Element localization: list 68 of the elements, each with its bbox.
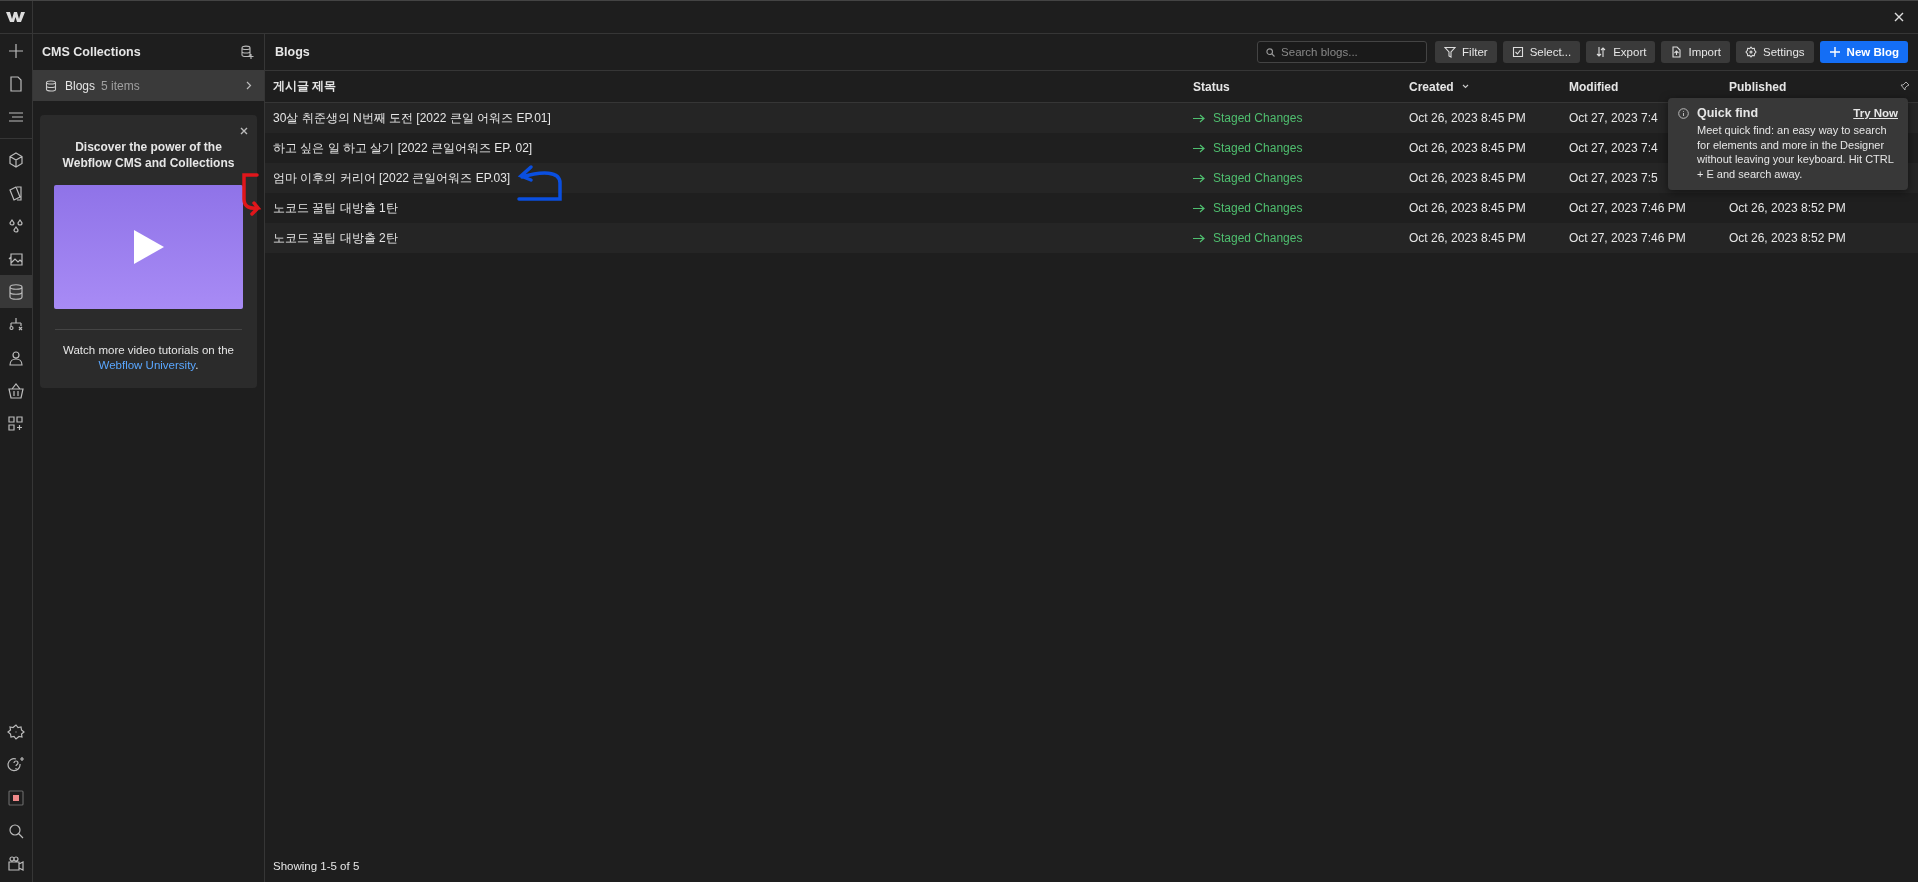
video-thumbnail[interactable] [54, 185, 243, 309]
logo-icon[interactable] [6, 11, 26, 23]
import-icon [1670, 46, 1683, 58]
status-text: Staged Changes [1213, 111, 1303, 125]
arrow-icon [1193, 143, 1205, 153]
promo-title: Discover the power of the Webflow CMS and Collections [61, 139, 236, 171]
column-header[interactable]: Modified [1569, 79, 1729, 94]
date-cell: Oct 26, 2023 8:45 PM [1409, 111, 1526, 125]
column-header[interactable]: Status [1193, 79, 1409, 94]
date-cell: Oct 26, 2023 8:45 PM [1409, 141, 1526, 155]
arrow-icon [1193, 113, 1205, 123]
date-cell: Oct 26, 2023 8:52 PM [1729, 201, 1846, 215]
title-cell: 엄마 이후의 커리어 [2022 큰일어워즈 EP.03] [273, 170, 511, 185]
info-icon [1678, 107, 1689, 119]
chevron-icon [246, 81, 252, 90]
checkbox-icon [1511, 46, 1524, 58]
title-cell: 노코드 꿀팁 대방출 1탄 [273, 200, 398, 215]
toolbar-button[interactable]: Settings [1736, 41, 1814, 63]
collection-title: Blogs [275, 45, 310, 59]
status-text: Staged Changes [1213, 231, 1303, 245]
title-cell: 하고 싶은 일 하고 살기 [2022 큰일어워즈 EP. 02] [273, 140, 533, 155]
column-header[interactable]: Published [1729, 79, 1918, 94]
date-cell: Oct 27, 2023 7:4 [1569, 111, 1658, 125]
arrow-icon [1193, 173, 1205, 183]
filter-icon [1444, 46, 1457, 58]
toolbar-button[interactable]: Filter [1435, 41, 1497, 63]
play-icon[interactable] [133, 230, 164, 264]
database-icon[interactable] [0, 275, 32, 308]
search-field[interactable]: Search blogs... [1257, 41, 1428, 63]
date-cell: Oct 27, 2023 7:5 [1569, 171, 1658, 185]
collection-item[interactable]: Blogs 5 items [33, 70, 264, 101]
close-icon[interactable] [1894, 12, 1904, 22]
date-cell: Oct 27, 2023 7:46 PM [1569, 231, 1686, 245]
add-collection-icon[interactable] [240, 45, 254, 59]
sort-caret-icon[interactable] [1461, 84, 1469, 89]
title-cell: 30살 취준생의 N번째 도전 [2022 큰일 어워즈 EP.01] [273, 110, 551, 125]
toolbar-button[interactable]: Import [1661, 41, 1731, 63]
status-text: Staged Changes [1213, 201, 1303, 215]
collection-name: Blogs [65, 78, 96, 93]
pin-icon[interactable] [1900, 81, 1910, 91]
toolbar-button[interactable]: Select... [1502, 41, 1581, 63]
tooltip-text: Meet quick find: an easy way to search for elements and more in the Designer without leaving your keyboard. Hit CTRL + E and search away. [1697, 123, 1895, 181]
tooltip-title: Quick find [1697, 106, 1759, 120]
database-icon [45, 79, 57, 92]
date-cell: Oct 26, 2023 8:45 PM [1409, 171, 1526, 185]
column-header[interactable]: 게시글 제목 [273, 78, 1193, 95]
toolbar-button[interactable]: Export [1586, 41, 1656, 63]
status-text: Staged Changes [1213, 171, 1303, 185]
panel-title: CMS Collections [42, 45, 141, 59]
date-cell: Oct 26, 2023 8:52 PM [1729, 231, 1846, 245]
item-count: 5 items [101, 78, 140, 93]
settings-icon [1745, 46, 1758, 58]
new-item-button[interactable]: New Blog [1819, 41, 1908, 63]
promo-text: Watch more video tutorials on the Webflow University. [62, 343, 235, 373]
date-cell: Oct 27, 2023 7:4 [1569, 141, 1658, 155]
date-cell: Oct 26, 2023 8:45 PM [1409, 231, 1526, 245]
status-text: Staged Changes [1213, 141, 1303, 155]
pagination-text: Showing 1-5 of 5 [272, 860, 361, 874]
arrow-icon [1193, 203, 1205, 213]
title-cell: 노코드 꿀팁 대방출 2탄 [273, 230, 398, 245]
close-icon[interactable] [240, 127, 248, 135]
try-now-link[interactable]: Try Now [1853, 107, 1898, 119]
date-cell: Oct 26, 2023 8:45 PM [1409, 201, 1526, 215]
column-header[interactable]: Created [1409, 79, 1569, 94]
date-cell: Oct 27, 2023 7:46 PM [1569, 201, 1686, 215]
arrow-icon [1193, 233, 1205, 243]
add-icon [1828, 46, 1841, 58]
export-icon [1595, 46, 1608, 58]
